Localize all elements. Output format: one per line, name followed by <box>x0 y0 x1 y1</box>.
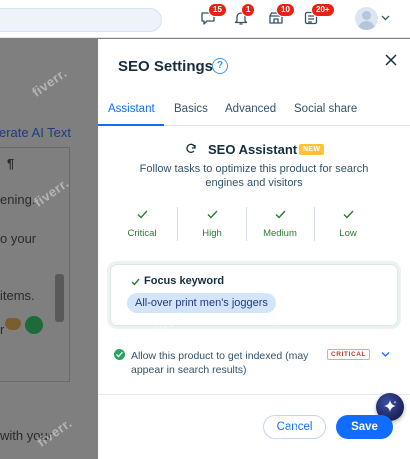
level-medium[interactable]: Medium <box>246 207 314 241</box>
heart-emoji-icon <box>5 318 21 330</box>
new-badge: NEW <box>299 144 325 155</box>
top-bar: 15 1 10 20+ <box>0 0 410 38</box>
check-icon <box>131 278 140 286</box>
background-text-line: with your <box>0 428 53 443</box>
level-low[interactable]: Low <box>314 207 382 241</box>
index-task-row[interactable]: Allow this product to get indexed (may a… <box>114 347 404 387</box>
background-text-line: r <box>0 322 5 337</box>
tab-social-share[interactable]: Social share <box>294 103 357 115</box>
level-label: High <box>202 228 222 239</box>
chevron-down-icon[interactable] <box>381 13 390 22</box>
active-tab-indicator <box>98 124 164 126</box>
background-page: erate AI Text ¶ ening. o your items. r w… <box>0 39 98 459</box>
check-icon <box>116 351 123 358</box>
footer-divider <box>98 394 410 395</box>
focus-keyword-card[interactable]: Focus keyword All-over print men's jogge… <box>110 264 398 326</box>
tab-advanced[interactable]: Advanced <box>225 103 276 115</box>
store-button[interactable]: 10 <box>268 3 295 26</box>
assistant-header: SEO Assistant NEW <box>98 142 410 160</box>
whatsapp-icon <box>25 316 43 334</box>
background-text-line: items. <box>0 288 35 303</box>
check-icon <box>207 210 218 219</box>
seo-settings-panel: SEO Settings ? Assistant Basics Advanced… <box>98 39 410 459</box>
avatar[interactable] <box>355 7 378 30</box>
assistant-title: SEO Assistant <box>208 142 298 157</box>
priority-levels: Critical High Medium Low <box>108 207 400 241</box>
check-icon <box>343 210 354 219</box>
refresh-icon[interactable] <box>185 143 197 155</box>
store-badge: 10 <box>276 3 295 17</box>
level-label: Medium <box>263 228 297 239</box>
cancel-button[interactable]: Cancel <box>263 415 326 439</box>
help-icon[interactable]: ? <box>212 58 228 74</box>
notifications-badge: 1 <box>241 3 256 17</box>
paragraph-icon[interactable]: ¶ <box>7 156 14 171</box>
level-critical[interactable]: Critical <box>108 207 176 241</box>
notifications-button[interactable]: 1 <box>233 3 256 26</box>
keyword-chip[interactable]: All-over print men's joggers <box>127 293 276 313</box>
tab-basics[interactable]: Basics <box>174 103 208 115</box>
focus-keyword-title: Focus keyword <box>144 275 225 287</box>
assistant-description: Follow tasks to optimize this product fo… <box>139 163 369 189</box>
messages-badge: 15 <box>208 3 227 17</box>
sparkle-icon <box>384 400 397 412</box>
index-task-text: Allow this product to get indexed (may a… <box>131 350 309 376</box>
background-text-line: o your <box>0 231 37 246</box>
check-icon <box>275 210 286 219</box>
chevron-down-icon[interactable] <box>381 351 390 358</box>
level-label: Low <box>339 228 357 239</box>
completed-check-icon <box>114 349 125 360</box>
tasks-badge: 20+ <box>311 3 335 17</box>
check-icon <box>137 210 148 219</box>
level-high[interactable]: High <box>178 207 246 241</box>
background-text-line: ening. <box>0 192 36 207</box>
avatar-head <box>362 11 371 20</box>
avatar-body <box>358 21 375 30</box>
save-button[interactable]: Save <box>336 415 393 439</box>
background-editor-box <box>0 147 70 382</box>
search-bar[interactable] <box>0 8 162 32</box>
tasks-button[interactable]: 20+ <box>303 3 335 26</box>
messages-button[interactable]: 15 <box>200 3 227 26</box>
panel-title: SEO Settings <box>118 58 214 75</box>
tab-assistant[interactable]: Assistant <box>108 103 155 115</box>
critical-tag: CRITICAL <box>327 349 371 360</box>
level-label: Critical <box>127 228 157 239</box>
tab-bar: Assistant Basics Advanced Social share <box>98 94 410 126</box>
background-scrollbar[interactable] <box>55 274 64 322</box>
generate-ai-text-link[interactable]: erate AI Text <box>0 125 71 140</box>
close-icon[interactable] <box>384 53 398 67</box>
